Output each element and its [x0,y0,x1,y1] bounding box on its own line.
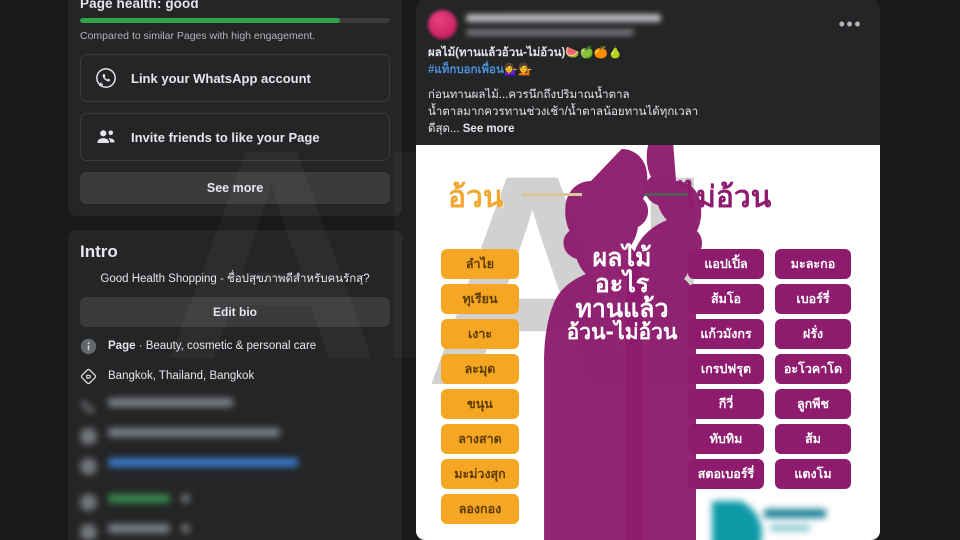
nonfat-fruit-pill: ฝรั่ง [775,319,851,350]
post-author-name-redacted[interactable] [466,13,661,22]
post-image-infographic[interactable]: AI อ้วน ไม่อ้วน ผลไม้ อะไร ทานแล้ว อ้วน-… [416,145,880,540]
link-icon [80,457,97,475]
star-icon [80,493,97,511]
nonfat-fruit-pill: เกรปฟรุต [688,354,764,385]
intro-detail-location-text: Bangkok, Thailand, Bangkok [108,369,255,382]
post-text-body: ผลไม้(ทานแล้วอ้วน-ไม่อ้วน)🍉🍏🍊🍐 #แท็กบอกเ… [416,43,880,145]
phone-number-redacted [108,397,233,407]
intro-detail-website-group [108,457,298,467]
fat-fruit-pill: ขนุน [441,389,519,420]
fat-fruit-pill: ลองกอง [441,494,519,525]
post-see-more-link[interactable]: See more [463,123,515,135]
fat-fruit-pill: ละมุด [441,354,519,385]
info-icon [80,338,97,355]
nonfat-fruit-pill: อะโวคาโด [775,354,851,385]
intro-detail-page-category: Page · Beauty, cosmetic & personal care [80,338,390,355]
nonfat-fruit-pill: ส้มโอ [688,284,764,315]
nonfat-fruits-column-1: แอปเปิ้ลส้มโอแก้วมังกรเกรปฟรุตกีวี่ทับทิ… [688,249,764,490]
location-icon [80,368,97,385]
your-page-suffix-redacted [181,523,190,533]
fat-fruit-pill: ทุเรียน [441,284,519,315]
intro-detail-page-category-text: Page · Beauty, cosmetic & personal care [108,338,316,353]
nonfat-fruit-pill: ทับทิม [688,424,764,455]
link-whatsapp-action[interactable]: Link your WhatsApp account [80,54,390,102]
brand-logo-text-redacted [764,509,826,519]
page-health-progress-track [80,18,390,23]
fat-fruit-pill: ลำไย [441,249,519,280]
intro-detail-location: Bangkok, Thailand, Bangkok [80,368,390,385]
post-body-line-3-prefix: ดีสุด... [428,122,463,135]
link-whatsapp-label: Link your WhatsApp account [131,70,311,86]
leader-line-left [522,193,582,197]
invite-friends-label: Invite friends to like your Page [131,129,320,145]
edit-bio-button[interactable]: Edit bio [80,296,390,327]
infographic-header-right: ไม่อ้วน [681,180,772,216]
facebook-page-screen: Page health: good Compared to similar Pa… [0,0,960,540]
nonfat-fruits-column-2: มะละกอเบอร์รี่ฝรั่งอะโวคาโดลูกพีชส้มแตงโ… [775,249,851,490]
invite-friends-action[interactable]: Invite friends to like your Page [80,113,390,161]
post-body-line-3: ดีสุด... See more [428,121,868,138]
page-health-subtitle: Compared to similar Pages with high enga… [80,30,316,42]
fat-fruit-pill: ลางสาด [441,424,519,455]
email-address-redacted [108,427,280,437]
whatsapp-icon [95,67,117,89]
ellipsis-icon[interactable]: ••• [833,15,868,33]
center-line-4: อ้วน-ไม่อ้วน [566,319,678,344]
post-header: ••• [416,0,880,43]
intro-detail-rating[interactable] [80,493,390,511]
brand-logo-swoosh [712,501,774,540]
nonfat-fruit-pill: แอปเปิ้ล [688,249,764,280]
intro-card: Intro Good Health Shopping - ชื่อปสุขภาพ… [68,230,402,540]
intro-detail-your-page[interactable] [80,523,390,540]
nonfat-fruit-pill: ลูกพีช [775,389,851,420]
your-page-text-redacted [108,523,170,533]
phone-icon [80,398,97,415]
intro-bio-text: Good Health Shopping - ชื่อปสุขภาพดีสำหร… [100,273,370,285]
rating-suffix-redacted [181,493,190,503]
nonfat-fruit-pill: สตอเบอร์รี่ [688,459,764,490]
brand-logo-subtext-redacted [770,525,810,532]
page-category-text: · Beauty, cosmetic & personal care [135,339,317,352]
post-text-gap [428,78,868,87]
intro-detail-phone[interactable] [80,397,390,415]
post-body-line-2: น้ำตาลมากควรทานช่วงเช้า/น้ำตาลน้อยทานได้… [428,106,699,119]
post-hashtag-line[interactable]: #แท็กบอกเพื่อน💁‍♀️💁 [428,62,868,79]
center-line-2: อะไร [594,268,650,298]
fat-fruits-column: ลำไยทุเรียนเงาะละมุดขนุนลางสาดมะม่วงสุกล… [441,249,519,525]
nonfat-fruit-pill: มะละกอ [775,249,851,280]
post-meta-redacted [466,28,634,36]
nonfat-fruit-pill: กีวี่ [688,389,764,420]
nonfat-fruit-pill: ส้ม [775,424,851,455]
intro-title: Intro [80,242,118,261]
flag-icon [80,523,97,540]
left-sidebar-column: Page health: good Compared to similar Pa… [68,0,402,540]
page-health-title: Page health: good [80,0,199,11]
nonfat-fruit-pill: แตงโม [775,459,851,490]
avatar[interactable] [428,10,457,39]
brand-logo-redacted [712,495,844,540]
website-link-redacted [108,457,298,467]
post-author-block [466,13,833,36]
page-label: Page [108,339,136,352]
post-card: ••• ผลไม้(ทานแล้วอ้วน-ไม่อ้วน)🍉🍏🍊🍐 #แท็ก… [416,0,880,540]
email-icon [80,427,97,445]
rating-text-redacted [108,493,170,503]
infographic-header-left: อ้วน [448,180,504,216]
page-health-see-more-button[interactable]: See more [80,172,390,204]
fat-fruit-pill: เงาะ [441,319,519,350]
intro-detail-website[interactable] [80,457,390,475]
intro-detail-email[interactable] [80,427,390,445]
nonfat-fruit-pill: แก้วมังกร [688,319,764,350]
post-title-line: ผลไม้(ทานแล้วอ้วน-ไม่อ้วน)🍉🍏🍊🍐 [428,47,623,59]
fat-fruit-pill: มะม่วงสุก [441,459,519,490]
center-line-1: ผลไม้ [592,243,652,273]
post-body-line-1: ก่อนทานผลไม้...ควรนึกถึงปริมาณน้ำตาล [428,89,630,102]
nonfat-fruit-pill: เบอร์รี่ [775,284,851,315]
center-line-3: ทานแล้ว [575,294,669,324]
page-health-progress-fill [80,18,341,23]
page-health-card: Page health: good Compared to similar Pa… [68,0,402,216]
infographic-center-text: ผลไม้ อะไร ทานแล้ว อ้วน-ไม่อ้วน [547,245,697,343]
people-icon [95,126,117,148]
